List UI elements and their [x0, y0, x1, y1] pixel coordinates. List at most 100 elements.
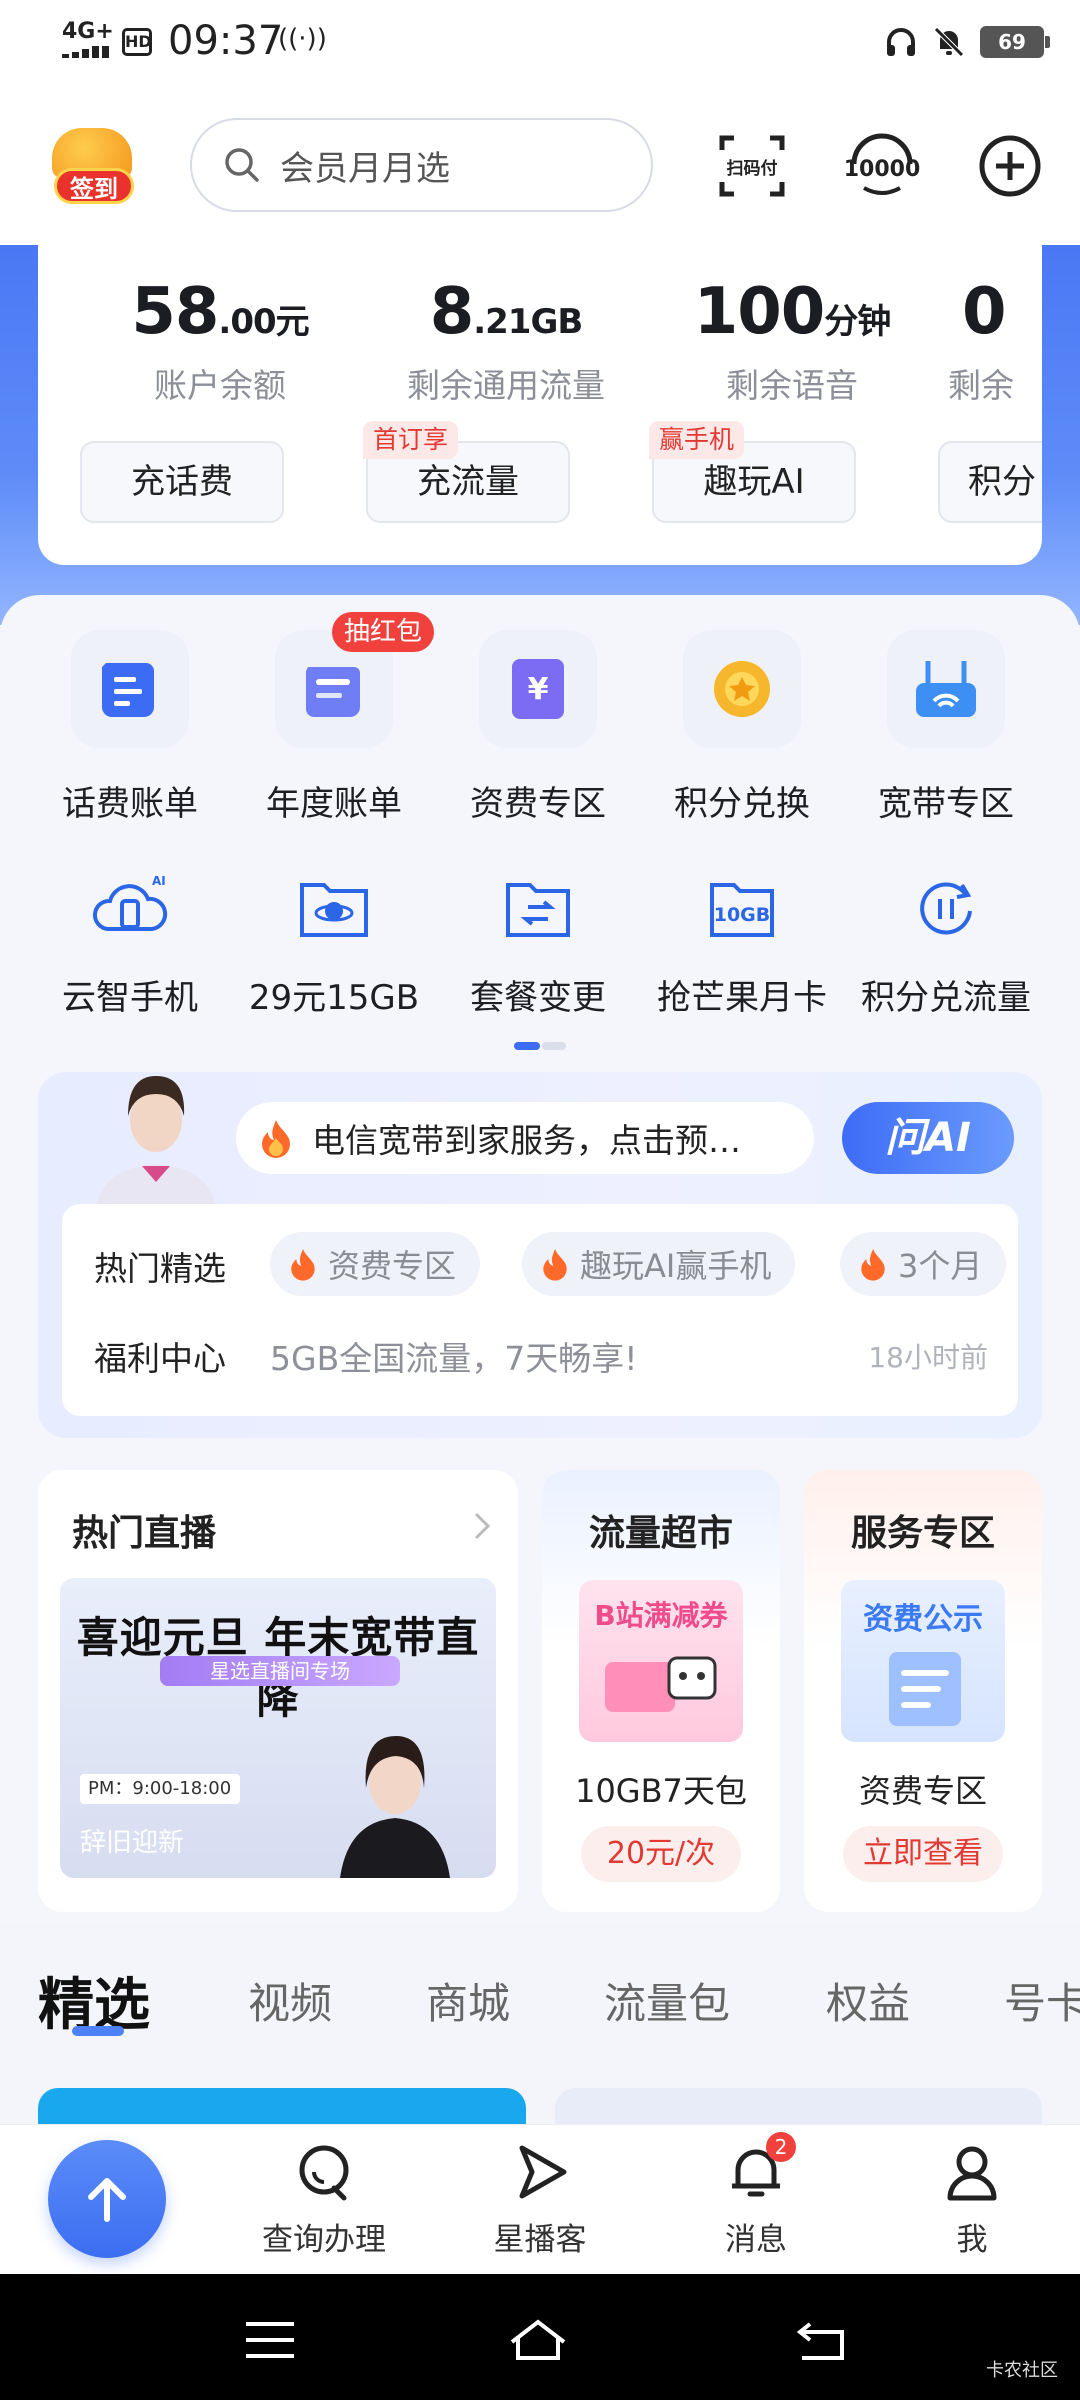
- welfare-text[interactable]: 5GB全国流量，7天畅享!: [270, 1332, 637, 1380]
- menu-icon[interactable]: [240, 2316, 300, 2364]
- service-label: 年度账单: [266, 784, 402, 824]
- signin-button[interactable]: 签到: [44, 128, 140, 210]
- promo-tag: 首订享: [363, 421, 459, 459]
- service-points-to-data[interactable]: 积分兑流量: [848, 868, 1044, 1019]
- plan-change-icon: [493, 868, 583, 948]
- data-item[interactable]: 8.21GB 剩余通用流量: [376, 275, 636, 407]
- search-icon: [225, 148, 259, 182]
- service-label: 云智手机: [62, 978, 198, 1018]
- watermark: 卡农社区: [986, 2360, 1058, 2381]
- ai-bubble-text: 电信宽带到家服务，点击预…: [312, 1121, 741, 1160]
- data-market-card[interactable]: 流量超市 B站满减券 10GB7天包 20元/次: [542, 1470, 780, 1912]
- hot-chip[interactable]: 趣玩AI赢手机: [522, 1232, 796, 1296]
- service-label: 积分兑流量: [861, 978, 1031, 1018]
- service-bill[interactable]: 话费账单: [32, 630, 228, 825]
- card-title: 热门直播: [72, 1513, 217, 1554]
- live-time: PM：9:00-18:00: [80, 1774, 240, 1804]
- service-broadband[interactable]: 宽带专区: [848, 630, 1044, 825]
- hot-chip[interactable]: 3个月: [840, 1232, 1007, 1296]
- nav-label: 消息: [725, 2222, 787, 2258]
- chevron-right-icon: [474, 1512, 491, 1540]
- broadband-icon: [887, 630, 1005, 748]
- fire-icon: [262, 1120, 290, 1158]
- balance-item[interactable]: 58.00元 账户余额: [90, 275, 350, 407]
- user-icon: [940, 2140, 1004, 2204]
- tab-data-pack[interactable]: 流量包: [604, 1970, 730, 2031]
- 10gb-icon: 10GB: [697, 868, 787, 948]
- page-indicator: [514, 1042, 566, 1050]
- welfare-time: 18小时前: [868, 1341, 988, 1374]
- live-thumbnail[interactable]: 喜迎元旦 年末宽带直降 星选直播间专场 PM：9:00-18:00 辞旧迎新: [60, 1578, 496, 1878]
- svg-text:AI: AI: [152, 874, 166, 888]
- fire-icon: [543, 1249, 567, 1281]
- nav-query[interactable]: 查询办理: [244, 2140, 404, 2259]
- content-tabs: 精选 视频 商城 流量包 权益 号卡: [38, 1960, 1080, 2040]
- feed-card[interactable]: [38, 2088, 526, 2128]
- tab-mall[interactable]: 商城: [426, 1970, 510, 2031]
- hotline-button[interactable]: 10000: [842, 126, 922, 206]
- vibrate-icon: ((·)): [278, 24, 327, 54]
- voice-label: 剩余语音: [726, 366, 858, 405]
- notification-badge: 2: [766, 2132, 796, 2162]
- coupon-text: B站满减券: [594, 1599, 728, 1632]
- scroll-top-button[interactable]: [48, 2140, 166, 2258]
- balance-value: 58.00元: [131, 275, 309, 349]
- service-annual-bill[interactable]: 年度账单: [236, 630, 432, 825]
- tariff-notice-image: 资费公示: [841, 1580, 1005, 1742]
- view-now-button[interactable]: 立即查看: [843, 1826, 1003, 1882]
- service-mango-card[interactable]: 10GB 抢芒果月卡: [644, 868, 840, 1019]
- search-bar[interactable]: 会员月月选: [190, 118, 653, 212]
- voice-item[interactable]: 100分钟 剩余语音: [662, 275, 922, 407]
- recharge-button[interactable]: 充话费: [80, 441, 284, 523]
- service-label: 29元15GB: [248, 978, 420, 1018]
- ai-suggestion-bubble[interactable]: 电信宽带到家服务，点击预…: [236, 1102, 814, 1174]
- service-plan-change[interactable]: 套餐变更: [440, 868, 636, 1019]
- signin-label: 签到: [54, 168, 134, 204]
- hotline-label: 10000: [844, 157, 920, 182]
- nav-label: 查询办理: [262, 2222, 386, 2258]
- service-points-exchange[interactable]: 积分兑换: [644, 630, 840, 825]
- ask-ai-button[interactable]: 问AI: [842, 1102, 1014, 1174]
- live-subtitle: 星选直播间专场: [160, 1656, 400, 1686]
- points-button[interactable]: 积分: [938, 441, 1042, 523]
- service-zone-card[interactable]: 服务专区 资费公示 资费专区 立即查看: [804, 1470, 1042, 1912]
- tab-benefits[interactable]: 权益: [826, 1970, 910, 2031]
- tab-video[interactable]: 视频: [248, 1970, 332, 2031]
- service-label: 积分兑换: [674, 784, 810, 824]
- back-icon[interactable]: [792, 2316, 852, 2364]
- service-cloud-phone[interactable]: AI 云智手机: [32, 868, 228, 1019]
- network-type: 4G+: [62, 19, 114, 44]
- hot-chip[interactable]: 资费专区: [270, 1232, 481, 1296]
- points-label: 剩余: [948, 366, 1014, 405]
- promo-tag: 赢手机: [649, 421, 745, 459]
- nav-label: 我: [956, 2222, 988, 2258]
- price-button[interactable]: 20元/次: [581, 1826, 741, 1882]
- svg-text:10GB: 10GB: [714, 904, 771, 926]
- tab-sim-card[interactable]: 号卡: [1004, 1970, 1080, 2031]
- nav-podcast[interactable]: 星播客: [460, 2140, 620, 2259]
- points-to-data-icon: [901, 868, 991, 948]
- points-value: 0: [962, 275, 1007, 349]
- service-label: 资费专区: [470, 784, 606, 824]
- document-icon: [889, 1652, 961, 1726]
- add-button[interactable]: [970, 126, 1050, 206]
- arrow-up-icon: [88, 2178, 126, 2222]
- feed-card[interactable]: [555, 2088, 1042, 2128]
- host-photo: [340, 1736, 450, 1878]
- points-item[interactable]: 0 剩余: [948, 275, 1042, 407]
- service-29-15gb[interactable]: 29元15GB: [236, 868, 432, 1019]
- hot-picks-panel: 热门精选 资费专区 趣玩AI赢手机 3个月 福利中心 5GB全国流量，7天畅享!…: [62, 1204, 1018, 1416]
- signal-icon: [62, 46, 109, 58]
- service-label: 话费账单: [62, 784, 198, 824]
- voice-value: 100分钟: [693, 275, 892, 349]
- search-icon: [292, 2140, 356, 2204]
- hot-chip-label: 3个月: [898, 1247, 983, 1285]
- scan-pay-button[interactable]: 扫码付: [712, 126, 792, 206]
- bilibili-coupon-image: B站满减券: [579, 1580, 743, 1742]
- home-icon[interactable]: [508, 2316, 568, 2364]
- service-tariff[interactable]: ¥ 资费专区: [440, 630, 636, 825]
- nav-messages[interactable]: 2 消息: [676, 2132, 836, 2259]
- hot-live-card[interactable]: 热门直播 喜迎元旦 年末宽带直降 星选直播间专场 PM：9:00-18:00 辞…: [38, 1470, 518, 1912]
- nav-me[interactable]: 我: [892, 2140, 1052, 2259]
- balance-label: 账户余额: [154, 366, 286, 405]
